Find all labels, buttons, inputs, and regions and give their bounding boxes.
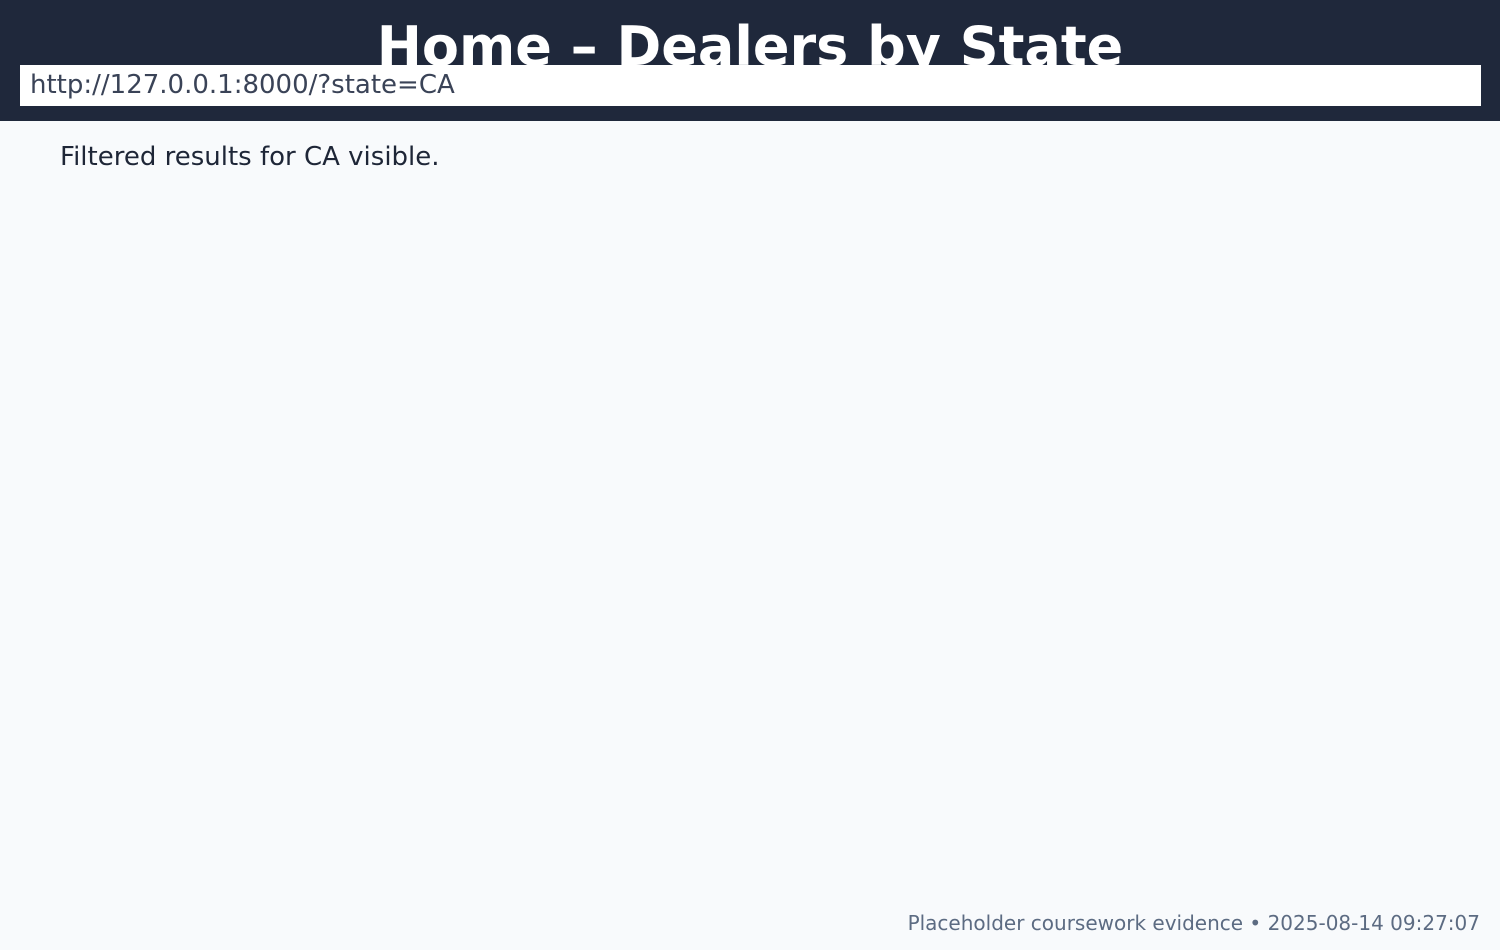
url-address-bar[interactable]: http://127.0.0.1:8000/?state=CA — [20, 65, 1481, 106]
footer-caption: Placeholder coursework evidence • 2025-0… — [907, 911, 1480, 935]
filter-status-message: Filtered results for CA visible. — [60, 142, 440, 172]
header-bar: Home – Dealers by State http://127.0.0.1… — [0, 0, 1500, 121]
